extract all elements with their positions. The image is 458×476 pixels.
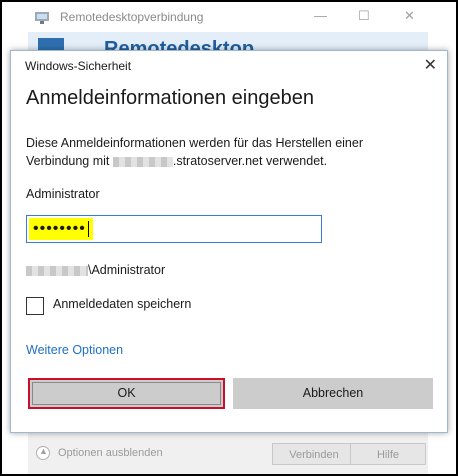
rdp-window-title: Remotedesktopverbindung: [60, 10, 204, 24]
chevron-up-icon: ▲: [39, 446, 48, 456]
password-highlight: ••••••••: [29, 218, 93, 240]
description-text-end: .stratoserver.net verwendet.: [172, 154, 328, 168]
remember-credentials-checkbox[interactable]: [26, 297, 44, 315]
collapse-options-button[interactable]: ▲: [36, 446, 50, 460]
options-toggle-label[interactable]: Optionen ausblenden: [58, 447, 163, 459]
more-options-link[interactable]: Weitere Optionen: [26, 343, 123, 357]
dialog-heading: Anmeldeinformationen eingeben: [26, 87, 314, 109]
help-button[interactable]: Hilfe: [350, 443, 426, 465]
credentials-dialog: Windows-Sicherheit ✕ Anmeldeinformatione…: [10, 50, 448, 433]
password-input[interactable]: ••••••••: [26, 215, 322, 243]
text-caret: [87, 220, 89, 237]
rdp-footer: ▲ Optionen ausblenden Verbinden Hilfe: [28, 433, 428, 474]
dialog-title: Windows-Sicherheit: [25, 59, 132, 73]
username-label[interactable]: Administrator: [26, 187, 100, 201]
rdp-titlebar: Remotedesktopverbindung — ☐ ✕: [2, 2, 456, 32]
maximize-icon[interactable]: ☐: [358, 8, 370, 24]
domain-user-line: \Administrator: [26, 263, 165, 277]
redacted-server-name: [112, 156, 173, 167]
dialog-close-icon[interactable]: ✕: [424, 55, 437, 75]
password-mask: ••••••••: [33, 220, 86, 237]
rdp-banner: Remotedesktop: [28, 32, 428, 52]
remember-credentials-label[interactable]: Anmeldedaten speichern: [53, 297, 191, 311]
dialog-description: Diese Anmeldeinformationen werden für da…: [26, 134, 406, 170]
cancel-button[interactable]: Abbrechen: [233, 378, 433, 409]
minimize-icon[interactable]: —: [314, 8, 327, 23]
domain-user-suffix: \Administrator: [88, 263, 166, 277]
rdp-banner-title: Remotedesktop: [104, 38, 255, 50]
ok-button[interactable]: OK: [28, 378, 225, 409]
ok-focus-rect: [32, 382, 221, 405]
close-icon[interactable]: ✕: [404, 8, 415, 24]
redacted-domain: [26, 265, 88, 276]
rdp-app-icon: [35, 12, 49, 24]
connect-button[interactable]: Verbinden: [272, 443, 356, 465]
